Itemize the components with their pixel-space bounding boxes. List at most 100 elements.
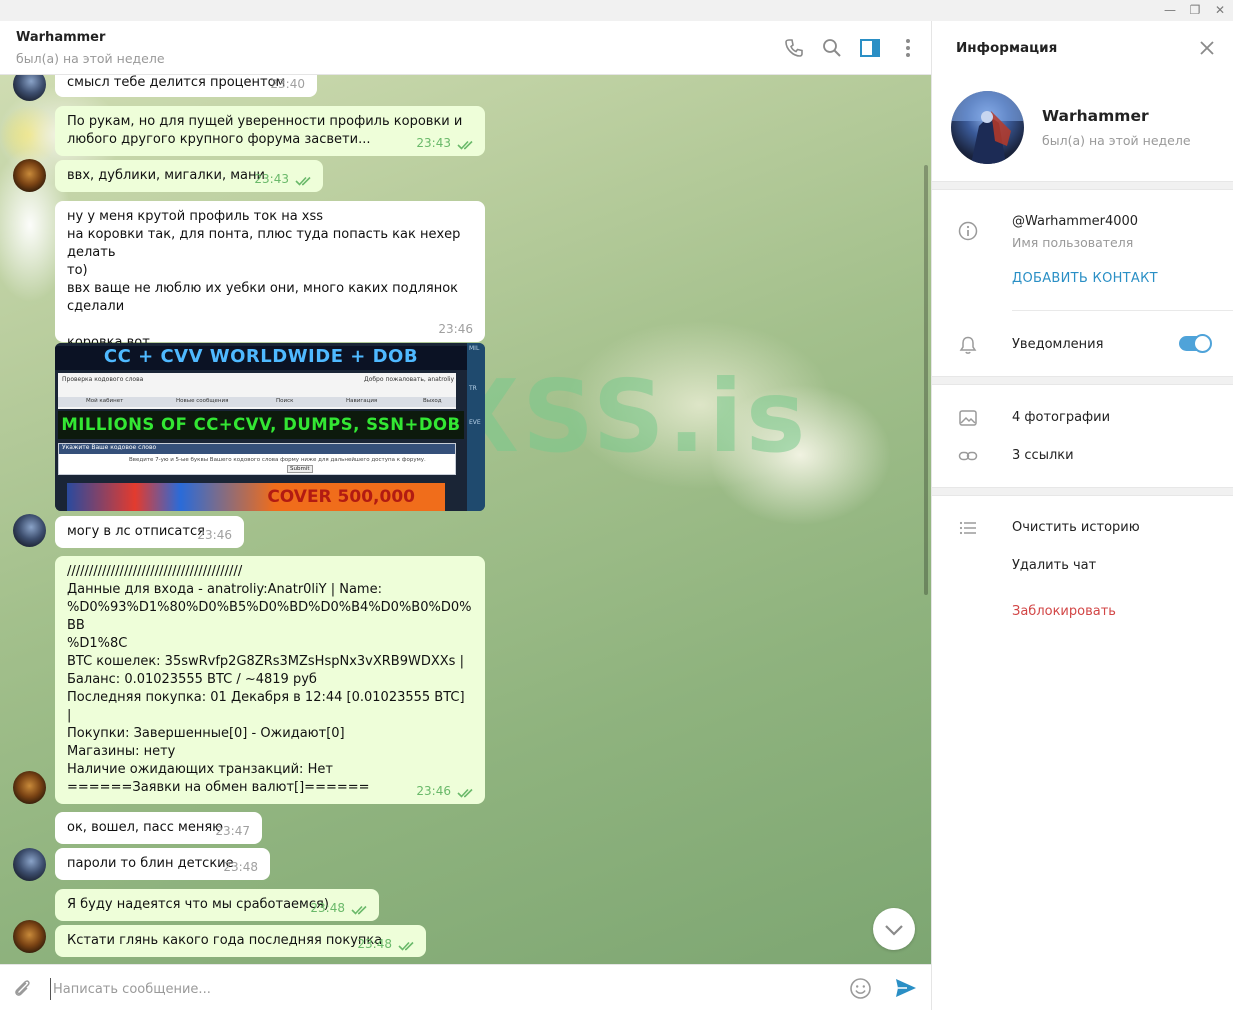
forum-tab: Поиск [276, 398, 294, 404]
info-panel: Информация Warhammer был(а) на этой неде… [931, 21, 1233, 1010]
bell-icon [959, 336, 977, 354]
notifications-label: Уведомления [1012, 337, 1104, 352]
avatar[interactable] [13, 771, 46, 804]
username-label: Имя пользователя [1012, 235, 1134, 250]
message-bubble[interactable]: смысл тебе делится процентом 23:40 [55, 75, 317, 97]
avatar[interactable] [13, 75, 46, 101]
chat-header: Warhammer был(а) на этой неделе [0, 21, 931, 75]
message-composer [0, 964, 931, 1010]
image-side-strip: MIL TR EVE [467, 343, 485, 511]
side-letter: TR [469, 385, 477, 392]
message-time: 23:46 [197, 528, 232, 542]
divider-line [1012, 310, 1233, 311]
chat-scrollbar[interactable] [924, 165, 928, 595]
message-bubble[interactable]: ок, вошел, пасс меняю 23:47 [55, 812, 262, 844]
maximize-button[interactable]: ❐ [1184, 2, 1206, 18]
message-time: 23:46 [438, 322, 473, 336]
phone-icon[interactable] [783, 37, 805, 59]
block-button[interactable]: Заблокировать [1012, 604, 1116, 619]
profile-name: Warhammer [1042, 107, 1149, 125]
attach-icon[interactable] [11, 977, 33, 999]
code-word-form: Укажите Ваше кодовое слово Введите 7-ую … [58, 443, 456, 475]
read-check-icon [457, 788, 473, 798]
add-contact-button[interactable]: ДОБАВИТЬ КОНТАКТ [1012, 271, 1158, 286]
message-time: 23:40 [270, 77, 305, 91]
message-bubble[interactable]: могу в лс отписатся 23:46 [55, 516, 244, 548]
message-bubble[interactable]: ////////////////////////////////////////… [55, 556, 485, 831]
banner-top: CC + CVV WORLDWIDE + DOB [55, 346, 467, 370]
message-text: смысл тебе делится процентом [67, 75, 286, 90]
avatar[interactable] [13, 514, 46, 547]
close-window-button[interactable]: ✕ [1209, 2, 1231, 18]
forum-title: Проверка кодового слова [62, 376, 144, 383]
more-menu-icon[interactable] [897, 37, 919, 59]
banner-mid: MILLIONS OF CC+CVV, DUMPS, SSN+DOB [58, 411, 464, 439]
message-text: ////////////////////////////////////////… [67, 564, 472, 831]
list-icon [959, 521, 976, 535]
sidebar-toggle-icon[interactable] [859, 37, 881, 59]
message-text: По рукам, но для пущей уверенности профи… [67, 114, 463, 147]
message-bubble[interactable]: По рукам, но для пущей уверенности профи… [55, 106, 485, 156]
read-check-icon [398, 941, 414, 951]
read-check-icon [295, 176, 311, 186]
form-hint: Введите 7-ую и 5-ые буквы Вашего кодовог… [129, 457, 426, 463]
message-time: 23:48 [357, 937, 392, 951]
divider [932, 376, 1233, 385]
chat-title[interactable]: Warhammer [16, 30, 105, 45]
message-time: 23:43 [416, 136, 451, 150]
profile-avatar-image [951, 91, 1024, 164]
message-text: ну у меня крутой профиль ток на xss на к… [67, 209, 461, 350]
side-letter: EVE [469, 419, 481, 426]
message-time: 23:46 [416, 784, 451, 798]
message-image[interactable]: CC + CVV WORLDWIDE + DOB Проверка кодово… [55, 343, 485, 511]
divider [932, 487, 1233, 496]
forum-welcome: Добро пожаловать, anatroliy [364, 376, 455, 383]
forum-tabs: Мой кабинет Новые сообщения Поиск Навига… [58, 397, 456, 407]
forum-header: Проверка кодового слова Добро пожаловать… [58, 373, 456, 409]
message-time: 23:48 [223, 860, 258, 874]
delete-chat-button[interactable]: Удалить чат [1012, 558, 1096, 573]
message-bubble[interactable]: Кстати глянь какого года последняя покуп… [55, 925, 426, 957]
chat-history[interactable]: XSS.is смысл тебе делится процентом 23:4… [0, 75, 931, 964]
panel-title: Информация [956, 40, 1058, 56]
search-icon[interactable] [821, 37, 843, 59]
message-bubble[interactable]: ввх, дублики, мигалки, мани 23:43 [55, 160, 323, 192]
send-icon[interactable] [894, 977, 918, 999]
chat-status: был(а) на этой неделе [16, 51, 165, 66]
photo-icon [959, 410, 977, 426]
forum-tab: Новые сообщения [176, 398, 229, 404]
forum-tab: Мой кабинет [86, 398, 124, 404]
message-bubble[interactable]: Я буду надеятся что мы сработаемся) 23:4… [55, 889, 379, 921]
avatar[interactable] [13, 159, 46, 192]
notifications-toggle[interactable] [1179, 334, 1212, 353]
minimize-button[interactable]: — [1159, 2, 1181, 18]
form-submit: Submit [287, 465, 313, 473]
divider [932, 181, 1233, 190]
username[interactable]: @Warhammer4000 [1012, 214, 1138, 229]
close-icon[interactable] [1198, 39, 1216, 57]
info-icon [958, 221, 978, 241]
profile-status: был(а) на этой неделе [1042, 133, 1191, 148]
photos-link[interactable]: 4 фотографии [1012, 410, 1110, 425]
message-input[interactable] [50, 978, 810, 1000]
clear-history-button[interactable]: Очистить историю [1012, 520, 1140, 535]
toggle-knob [1193, 334, 1212, 353]
message-bubble[interactable]: ну у меня крутой профиль ток на xss на к… [55, 201, 485, 350]
banner-bottom-bg: COVER 500,000 [67, 483, 445, 511]
message-time: 23:48 [310, 901, 345, 915]
form-title: Укажите Ваше кодовое слово [59, 444, 455, 454]
side-letter: MIL [469, 345, 480, 352]
link-icon [958, 451, 978, 461]
links-link[interactable]: 3 ссылки [1012, 448, 1074, 463]
scroll-down-button[interactable] [873, 908, 915, 950]
forum-tab: Выход [423, 398, 442, 404]
read-check-icon [351, 905, 367, 915]
message-bubble[interactable]: пароли то блин детские 23:48 [55, 848, 270, 880]
avatar[interactable] [13, 920, 46, 953]
avatar[interactable] [13, 848, 46, 881]
emoji-icon[interactable] [849, 977, 872, 1000]
read-check-icon [457, 140, 473, 150]
profile-avatar[interactable] [951, 91, 1024, 164]
watermark: XSS.is [442, 358, 809, 475]
message-time: 23:43 [254, 172, 289, 186]
